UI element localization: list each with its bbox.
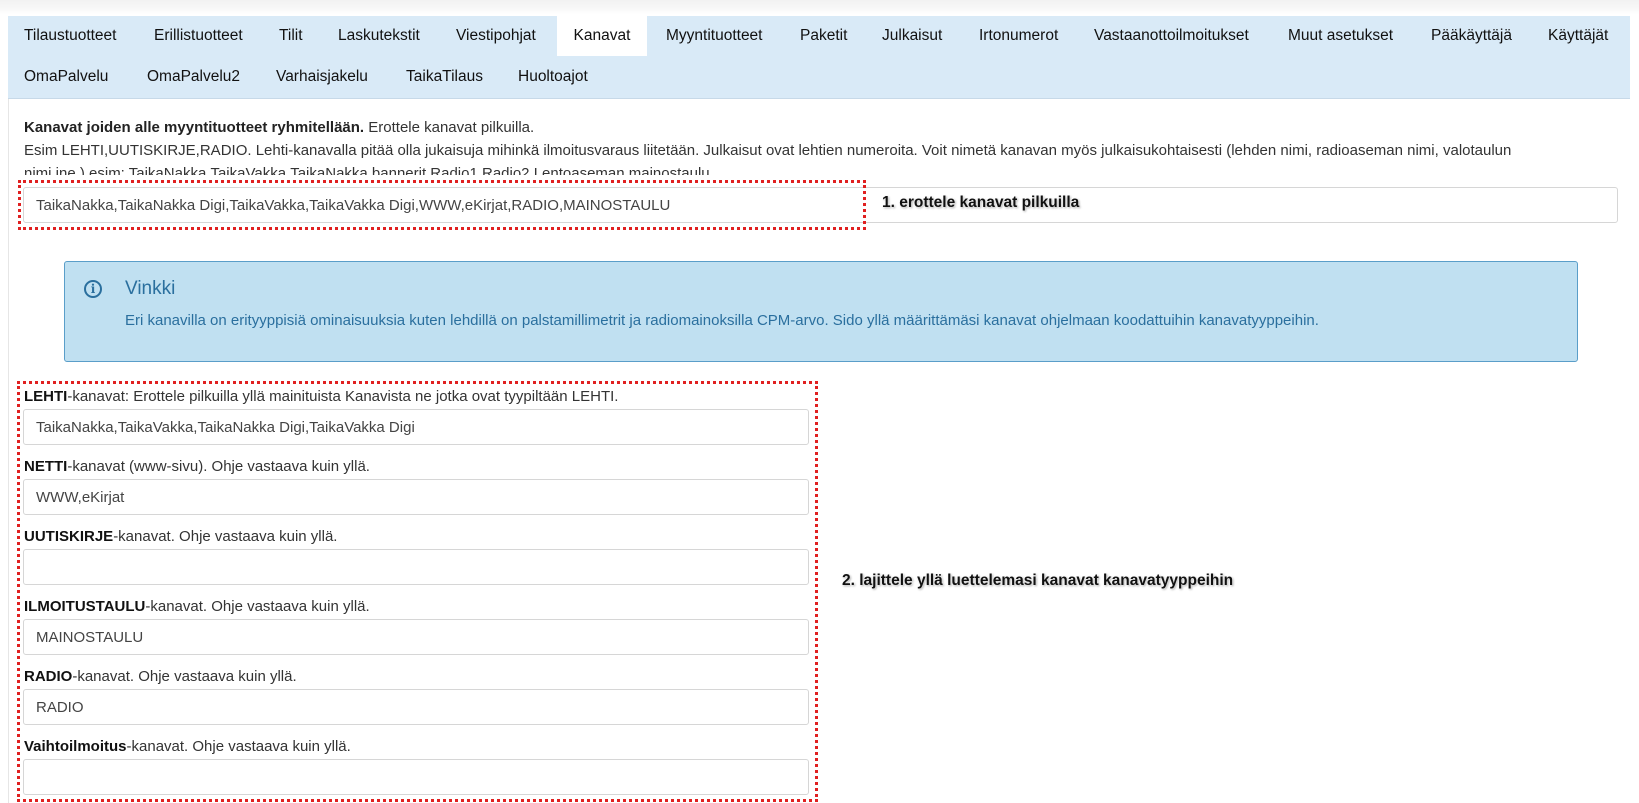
tab-myyntituotteet[interactable]: Myyntituotteet	[666, 16, 763, 56]
field-label-lehti: LEHTI-kanavat: Erottele pilkuilla yllä m…	[24, 388, 618, 405]
field-desc-lehti: -kanavat: Erottele pilkuilla yllä mainit…	[67, 388, 619, 405]
field-type-radio: RADIO	[24, 668, 73, 685]
channels-heading-rest: Erottele kanavat pilkuilla.	[364, 119, 535, 136]
tab-irtonumerot[interactable]: Irtonumerot	[979, 16, 1058, 56]
tab-laskutekstit[interactable]: Laskutekstit	[338, 16, 420, 56]
field-type-netti: NETTI	[24, 458, 68, 475]
channels-heading: Kanavat joiden alle myyntituotteet ryhmi…	[24, 119, 365, 136]
tab-paakayttaja[interactable]: Pääkäyttäjä	[1431, 16, 1512, 56]
ilmoitustaulu-channels-input[interactable]: MAINOSTAULU	[23, 619, 809, 655]
tip-body: Eri kanavilla on erityyppisiä ominaisuuk…	[125, 312, 1319, 329]
tab-muut-asetukset[interactable]: Muut asetukset	[1288, 16, 1393, 56]
lehti-channels-input[interactable]: TaikaNakka,TaikaVakka,TaikaNakka Digi,Ta…	[23, 409, 809, 445]
tab-kanavat[interactable]: Kanavat	[557, 16, 647, 56]
field-label-ilmoitustaulu: ILMOITUSTAULU-kanavat. Ohje vastaava kui…	[24, 598, 370, 615]
field-desc-ilmoitustaulu: -kanavat. Ohje vastaava kuin yllä.	[145, 598, 370, 615]
channels-input[interactable]: TaikaNakka,TaikaNakka Digi,TaikaVakka,Ta…	[23, 187, 1618, 223]
tab-paketit[interactable]: Paketit	[800, 16, 847, 56]
field-desc-uutiskirje: -kanavat. Ohje vastaava kuin yllä.	[113, 528, 338, 545]
channels-example-line: Esim LEHTI,UUTISKIRJE,RADIO. Lehti-kanav…	[24, 142, 1512, 159]
annotation-step1: 1. erottele kanavat pilkuilla	[882, 194, 1080, 211]
tab-viestipohjat[interactable]: Viestipohjat	[456, 16, 536, 56]
tab-tilit[interactable]: Tilit	[279, 16, 303, 56]
annotation-step2: 2. lajittele yllä luettelemasi kanavat k…	[842, 572, 1234, 589]
field-label-radio: RADIO-kanavat. Ohje vastaava kuin yllä.	[24, 668, 297, 685]
channels-description: Kanavat joiden alle myyntituotteet ryhmi…	[24, 116, 1624, 175]
field-type-uutiskirje: UUTISKIRJE	[24, 528, 114, 545]
field-desc-netti: -kanavat (www-sivu). Ohje vastaava kuin …	[67, 458, 370, 475]
tab-julkaisut[interactable]: Julkaisut	[882, 16, 942, 56]
tip-box: i Vinkki Eri kanavilla on erityyppisiä o…	[64, 261, 1578, 362]
field-label-vaihtoilmoitus: Vaihtoilmoitus-kanavat. Ohje vastaava ku…	[24, 738, 351, 755]
tab-taikatilaus[interactable]: TaikaTilaus	[406, 57, 483, 97]
field-type-vaihtoilmoitus: Vaihtoilmoitus	[24, 738, 127, 755]
info-icon: i	[84, 280, 102, 298]
tab-tilaustuotteet[interactable]: Tilaustuotteet	[24, 16, 116, 56]
uutiskirje-channels-input[interactable]	[23, 549, 809, 585]
field-label-uutiskirje: UUTISKIRJE-kanavat. Ohje vastaava kuin y…	[24, 528, 337, 545]
field-label-netti: NETTI-kanavat (www-sivu). Ohje vastaava …	[24, 458, 370, 475]
tab-huoltoajot[interactable]: Huoltoajot	[518, 57, 588, 97]
tip-title: Vinkki	[125, 278, 176, 299]
tab-vastaanottoilmoitukset[interactable]: Vastaanottoilmoitukset	[1094, 16, 1249, 56]
field-desc-vaihtoilmoitus: -kanavat. Ohje vastaava kuin yllä.	[126, 738, 351, 755]
tab-omapalvelu[interactable]: OmaPalvelu	[24, 57, 108, 97]
field-desc-radio: -kanavat. Ohje vastaava kuin yllä.	[72, 668, 297, 685]
field-type-ilmoitustaulu: ILMOITUSTAULU	[24, 598, 146, 615]
tab-kayttajat[interactable]: Käyttäjät	[1548, 16, 1608, 56]
radio-channels-input[interactable]: RADIO	[23, 689, 809, 725]
tab-erillistuotteet[interactable]: Erillistuotteet	[154, 16, 243, 56]
tab-omapalvelu2[interactable]: OmaPalvelu2	[147, 57, 240, 97]
netti-channels-input[interactable]: WWW,eKirjat	[23, 479, 809, 515]
settings-tabs: Tilaustuotteet Erillistuotteet Tilit Las…	[8, 16, 1630, 99]
vaihtoilmoitus-channels-input[interactable]	[23, 759, 809, 795]
field-type-lehti: LEHTI	[24, 388, 68, 405]
channels-example-line2: nimi ine.) esim: TaikaNakka,TaikaVakka,T…	[24, 165, 714, 175]
tab-varhaisjakelu[interactable]: Varhaisjakelu	[276, 57, 368, 97]
